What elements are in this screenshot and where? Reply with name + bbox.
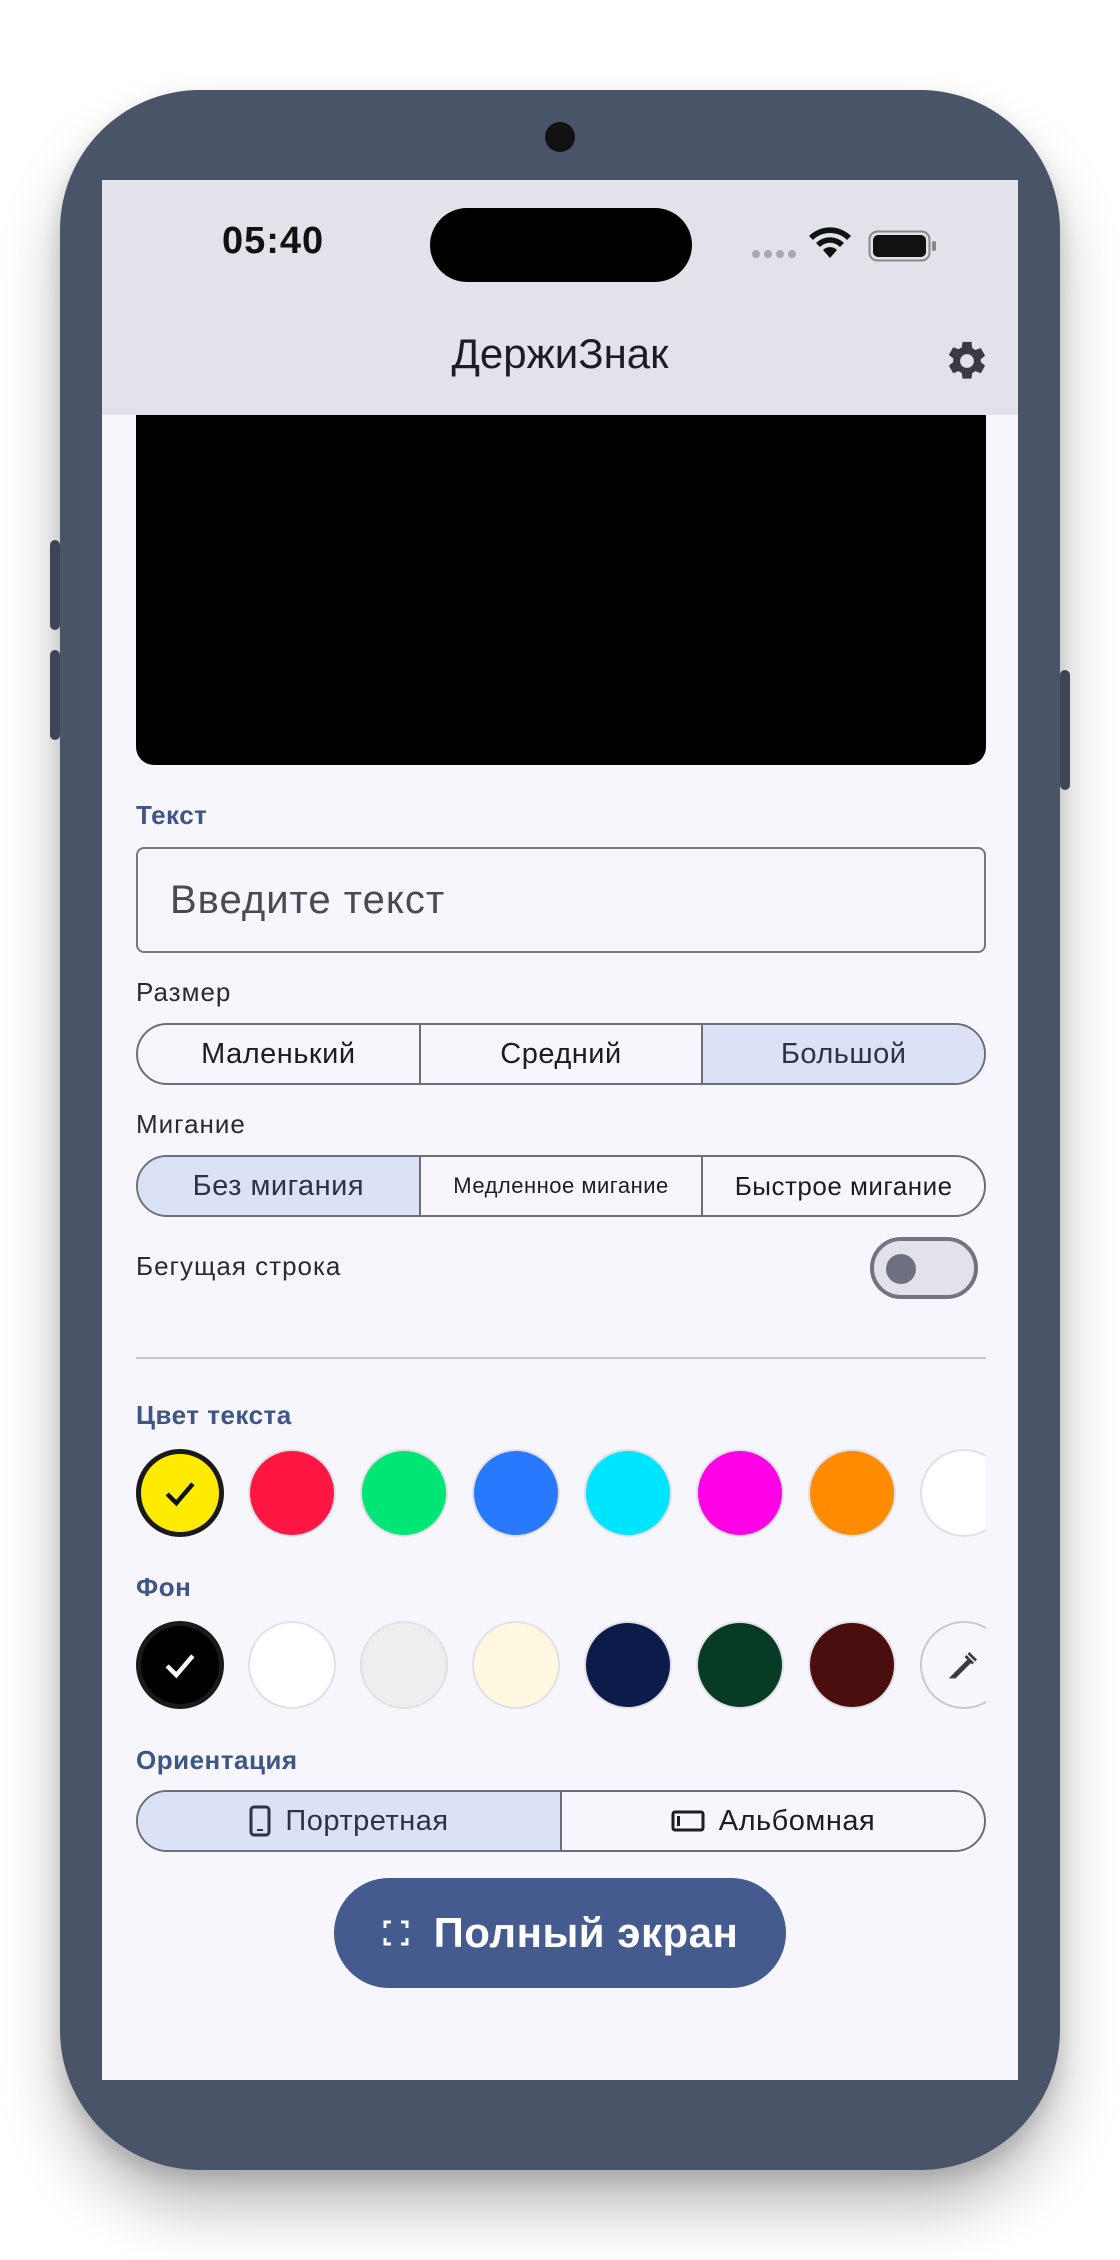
sign-preview — [136, 415, 986, 765]
text-color-swatch-4[interactable] — [584, 1449, 672, 1537]
background-color-swatches — [136, 1617, 986, 1713]
text-color-swatch-6[interactable] — [808, 1449, 896, 1537]
background-color-swatch-2[interactable] — [360, 1621, 448, 1709]
fullscreen-icon — [383, 1920, 409, 1946]
fullscreen-button[interactable]: Полный экран — [334, 1878, 786, 1988]
phone-portrait-icon — [249, 1805, 271, 1837]
marquee-label: Бегущая строка — [136, 1251, 342, 1281]
dynamic-island — [430, 208, 692, 282]
power-button — [1060, 670, 1070, 790]
background-section-label: Фон — [136, 1572, 192, 1602]
background-color-swatch-5[interactable] — [696, 1621, 784, 1709]
text-color-swatches — [136, 1445, 986, 1541]
app-title: ДержиЗнак — [451, 330, 669, 377]
sign-text-input[interactable] — [136, 847, 986, 953]
text-section-label: Текст — [136, 800, 208, 830]
background-color-swatch-6[interactable] — [808, 1621, 896, 1709]
blink-section-label: Мигание — [136, 1109, 246, 1139]
text-color-swatch-7[interactable] — [920, 1449, 986, 1537]
section-divider — [136, 1357, 986, 1359]
background-color-swatch-3[interactable] — [472, 1621, 560, 1709]
orientation-portrait-label: Портретная — [285, 1804, 449, 1837]
volume-up-button — [50, 540, 60, 630]
blink-option-fast[interactable]: Быстрое мигание — [703, 1157, 984, 1215]
front-camera — [545, 122, 575, 152]
eyedropper-icon — [948, 1652, 977, 1679]
size-selector: Маленький Средний Большой — [136, 1023, 986, 1085]
text-color-swatch-5[interactable] — [696, 1449, 784, 1537]
orientation-landscape-label: Альбомная — [718, 1804, 876, 1837]
gear-icon[interactable] — [944, 338, 990, 384]
size-option-medium[interactable]: Средний — [421, 1025, 704, 1083]
marquee-toggle[interactable] — [870, 1237, 978, 1299]
toggle-knob — [886, 1254, 916, 1284]
background-color-swatch-4[interactable] — [584, 1621, 672, 1709]
size-section-label: Размер — [136, 977, 232, 1007]
status-time: 05:40 — [222, 220, 325, 262]
blink-option-none[interactable]: Без мигания — [138, 1157, 421, 1215]
text-color-swatch-0[interactable] — [136, 1449, 224, 1537]
text-color-swatch-1[interactable] — [248, 1449, 336, 1537]
wifi-icon — [809, 227, 851, 258]
top-bar: 05:40 ДержиЗнак — [102, 180, 1018, 415]
checkmark-icon — [165, 1482, 195, 1507]
fullscreen-button-label: Полный экран — [433, 1909, 739, 1956]
text-color-section-label: Цвет текста — [136, 1400, 292, 1430]
phone-landscape-icon — [671, 1810, 705, 1832]
cellular-signal-icon — [752, 250, 796, 258]
text-color-swatch-2[interactable] — [360, 1449, 448, 1537]
blink-option-slow[interactable]: Медленное мигание — [421, 1157, 704, 1215]
custom-color-picker-button[interactable] — [920, 1621, 986, 1709]
checkmark-icon — [165, 1654, 195, 1679]
orientation-option-portrait[interactable]: Портретная — [138, 1792, 562, 1850]
battery-icon — [868, 230, 936, 262]
volume-down-button — [50, 650, 60, 740]
orientation-section-label: Ориентация — [136, 1745, 298, 1775]
text-color-swatch-3[interactable] — [472, 1449, 560, 1537]
size-option-small[interactable]: Маленький — [138, 1025, 421, 1083]
background-color-swatch-0[interactable] — [136, 1621, 224, 1709]
app-screen: 05:40 ДержиЗнак Текст Размер Маленький С… — [102, 180, 1018, 2080]
blink-selector: Без мигания Медленное мигание Быстрое ми… — [136, 1155, 986, 1217]
background-color-swatch-1[interactable] — [248, 1621, 336, 1709]
size-option-large[interactable]: Большой — [703, 1025, 984, 1083]
orientation-selector: Портретная Альбомная — [136, 1790, 986, 1852]
orientation-option-landscape[interactable]: Альбомная — [562, 1792, 984, 1850]
